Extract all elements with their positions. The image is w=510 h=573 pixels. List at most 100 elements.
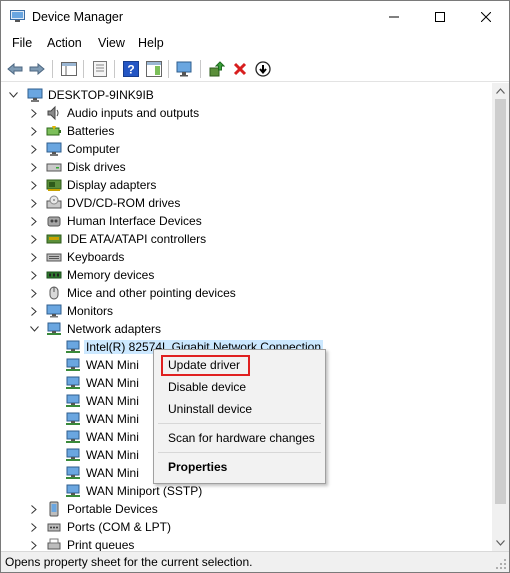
scrollbar-thumb[interactable] [495, 99, 506, 504]
network-adapter-icon [66, 484, 80, 497]
context-uninstall-device[interactable]: Uninstall device [168, 402, 252, 416]
tree-category-label: Portable Devices [67, 502, 158, 516]
back-button[interactable] [5, 59, 25, 79]
expand-chevron-icon[interactable] [29, 140, 39, 158]
scroll-up-arrow-icon[interactable] [496, 87, 505, 96]
printer-icon [47, 538, 61, 550]
tree-category[interactable]: Computer [1, 140, 492, 158]
expand-chevron-icon[interactable] [29, 518, 39, 536]
tree-device-label: WAN Miniport (SSTP) [86, 484, 203, 498]
network-adapter-icon [66, 358, 80, 371]
expand-chevron-icon[interactable] [29, 104, 39, 122]
tree-category[interactable]: Ports (COM & LPT) [1, 518, 492, 536]
help-button[interactable]: ? [121, 59, 141, 79]
uninstall-x-icon [233, 62, 247, 76]
toolbar-separator [168, 60, 169, 78]
expand-chevron-icon[interactable] [29, 194, 39, 212]
menu-action[interactable]: Action [47, 36, 82, 50]
expand-chevron-icon[interactable] [29, 158, 39, 176]
context-update-driver[interactable]: Update driver [168, 358, 240, 372]
ide-controller-icon [46, 234, 62, 244]
expand-chevron-icon[interactable] [29, 284, 39, 302]
scan-hardware-button[interactable] [175, 59, 195, 79]
tree-category[interactable]: Keyboards [1, 248, 492, 266]
disk-drive-icon [46, 163, 62, 172]
device-manager-window: Device Manager File Action View Help ? D… [0, 0, 510, 573]
close-icon [481, 12, 491, 22]
resize-grip-icon[interactable] [495, 558, 507, 570]
properties-button[interactable] [90, 59, 110, 79]
tree-category-label: Keyboards [67, 250, 125, 264]
menu-file[interactable]: File [12, 36, 32, 50]
mouse-icon [49, 286, 59, 300]
context-separator [158, 452, 321, 453]
back-arrow-icon [7, 63, 23, 75]
tree-category[interactable]: Batteries [1, 122, 492, 140]
scroll-down-arrow-icon[interactable] [496, 538, 505, 547]
monitor-icon [46, 304, 62, 318]
update-driver-button[interactable] [207, 59, 227, 79]
uninstall-button[interactable] [230, 59, 250, 79]
tree-category[interactable]: Human Interface Devices [1, 212, 492, 230]
expand-chevron-icon[interactable] [29, 122, 39, 140]
tree-root-label: DESKTOP-9INK9IB [48, 88, 154, 102]
display-adapter-icon [46, 179, 62, 191]
expand-chevron-icon[interactable] [29, 248, 39, 266]
computer-icon [27, 88, 43, 102]
tree-device-label: WAN Mini [86, 376, 139, 390]
context-disable-device[interactable]: Disable device [168, 380, 246, 394]
status-bar: Opens property sheet for the current sel… [1, 551, 509, 572]
tree-category-label: DVD/CD-ROM drives [67, 196, 181, 210]
tree-category[interactable]: IDE ATA/ATAPI controllers [1, 230, 492, 248]
portable-device-icon [49, 501, 59, 517]
tree-category-label: Batteries [67, 124, 115, 138]
tree-category[interactable]: Portable Devices [1, 500, 492, 518]
maximize-button[interactable] [417, 1, 463, 33]
tree-category-label: Human Interface Devices [67, 214, 202, 228]
title-bar: Device Manager [1, 1, 509, 33]
keyboard-icon [46, 253, 62, 262]
tree-category-label: IDE ATA/ATAPI controllers [67, 232, 207, 246]
tree-category[interactable]: Print queues [1, 536, 492, 551]
close-button[interactable] [463, 1, 509, 33]
expand-chevron-icon[interactable] [29, 266, 39, 284]
network-adapter-icon [66, 430, 80, 443]
action-pane-button[interactable] [144, 59, 164, 79]
vertical-scrollbar[interactable] [492, 83, 509, 551]
tree-category[interactable]: DVD/CD-ROM drives [1, 194, 492, 212]
hid-device-icon [47, 216, 61, 227]
tree-category[interactable]: Monitors [1, 302, 492, 320]
tree-category[interactable]: Memory devices [1, 266, 492, 284]
menu-help[interactable]: Help [138, 36, 164, 50]
tree-category[interactable]: Network adapters [1, 320, 492, 338]
expand-chevron-icon[interactable] [29, 500, 39, 518]
expand-chevron-icon[interactable] [29, 212, 39, 230]
menu-view[interactable]: View [98, 36, 125, 50]
battery-icon [46, 126, 61, 136]
show-hide-console-tree-icon [61, 62, 77, 76]
tree-category-label: Network adapters [67, 322, 162, 336]
tree-category[interactable]: Display adapters [1, 176, 492, 194]
forward-button[interactable] [27, 59, 47, 79]
collapse-chevron-icon[interactable] [8, 86, 18, 104]
expand-chevron-icon[interactable] [29, 302, 39, 320]
collapse-chevron-icon[interactable] [29, 320, 39, 338]
expand-chevron-icon[interactable] [29, 536, 39, 551]
context-scan-hardware[interactable]: Scan for hardware changes [168, 431, 315, 445]
disable-device-button[interactable] [253, 59, 273, 79]
tree-category-label: Disk drives [67, 160, 126, 174]
tree-device[interactable]: WAN Miniport (SSTP) [1, 482, 492, 500]
tree-device-label: WAN Mini [86, 430, 139, 444]
minimize-button[interactable] [371, 1, 417, 33]
tree-root[interactable]: DESKTOP-9INK9IB [1, 86, 492, 104]
tree-category-label: Memory devices [67, 268, 155, 282]
tree-category[interactable]: Mice and other pointing devices [1, 284, 492, 302]
show-hide-console-tree-button[interactable] [59, 59, 79, 79]
tree-category[interactable]: Audio inputs and outputs [1, 104, 492, 122]
expand-chevron-icon[interactable] [29, 176, 39, 194]
minimize-icon [389, 16, 399, 18]
tree-category[interactable]: Disk drives [1, 158, 492, 176]
maximize-icon [435, 12, 445, 22]
context-properties[interactable]: Properties [168, 460, 227, 474]
expand-chevron-icon[interactable] [29, 230, 39, 248]
